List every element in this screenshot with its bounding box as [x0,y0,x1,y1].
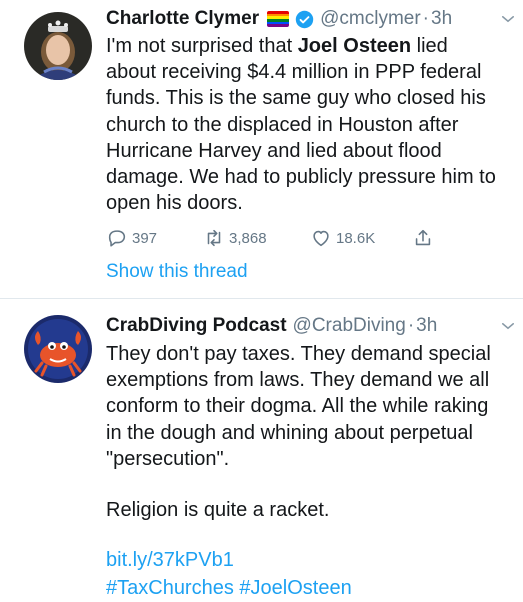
tweet-header: Charlotte Clymer @cmclymer · 3h [106,6,507,32]
tweet-text: They don't pay taxes. They demand specia… [106,343,491,470]
verified-icon [295,10,314,29]
hashtags[interactable]: #TaxChurches #JoelOsteen [106,574,501,602]
mention-bold: Joel Osteen [297,35,412,57]
reply-count: 397 [132,229,158,247]
rainbow-flag-emoji [267,11,290,27]
chevron-down-icon[interactable] [499,317,517,335]
timestamp[interactable]: 3h [416,315,437,337]
like-button[interactable]: 18.6K [310,227,375,249]
retweet-count: 3,868 [229,229,267,247]
author-handle[interactable]: @cmclymer [320,8,421,30]
show-thread-link[interactable]: Show this thread [106,261,248,283]
tweet-actions: 397 3,868 18.6K [106,225,446,251]
like-icon [313,230,329,247]
tweet-text-second-paragraph: Religion is quite a racket. [106,499,330,521]
reply-button[interactable]: 397 [106,227,157,249]
author-handle[interactable]: @CrabDiving [293,315,406,337]
share-button[interactable] [412,227,438,249]
tweet-links: bit.ly/37kPVb1 #TaxChurches #JoelOsteen [106,546,501,602]
reply-icon [108,230,126,247]
separator: · [407,315,415,336]
separator: · [422,8,429,29]
avatar[interactable] [24,12,92,80]
avatar-image [24,315,92,383]
timestamp[interactable]: 3h [431,8,452,30]
tweet-header: CrabDiving Podcast @CrabDiving · 3h [106,313,507,339]
tweet[interactable]: CrabDiving Podcast @CrabDiving · 3h They… [0,298,523,600]
tweet[interactable]: Charlotte Clymer @cmclymer · 3h I'm not … [0,0,523,298]
chevron-down-icon[interactable] [499,10,517,28]
tweet-text: I'm not surprised that Joel Osteen lied … [106,33,501,216]
like-count: 18.6K [336,229,376,247]
avatar[interactable] [24,315,92,383]
retweet-button[interactable]: 3,868 [203,227,267,249]
author-name[interactable]: Charlotte Clymer [106,8,259,30]
avatar-image [24,12,92,80]
tweet-text-part: I'm not surprised that [106,35,298,57]
shortened-link[interactable]: bit.ly/37kPVb1 [106,546,501,574]
tweet-text-part: lied about receiving $4.4 million in PPP… [106,35,496,215]
author-name[interactable]: CrabDiving Podcast [106,315,287,337]
retweet-icon [207,229,221,247]
share-icon [415,229,431,246]
